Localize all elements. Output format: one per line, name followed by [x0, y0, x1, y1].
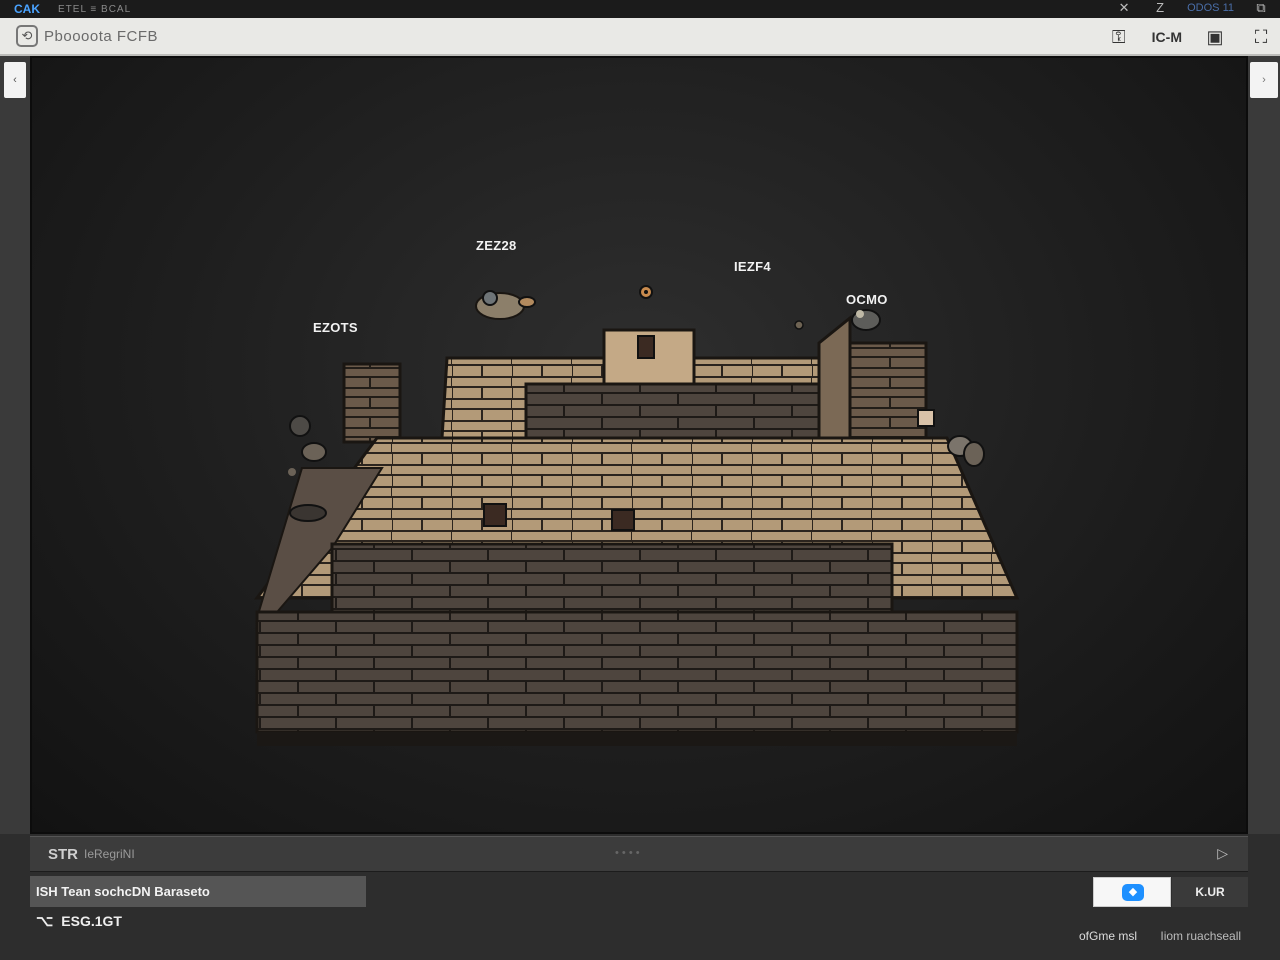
zoom-icon[interactable]: Z — [1151, 1, 1169, 15]
save-icon[interactable]: ▣ — [1202, 24, 1228, 50]
tools-label[interactable]: IC-M — [1152, 29, 1182, 45]
status-bar: STR IeRegriNI • • • • ▷ — [30, 836, 1248, 872]
lock-icon[interactable]: ⚿ — [1106, 24, 1132, 50]
selected-list-item[interactable]: ISH Tean sochcDN Baraseto — [30, 876, 366, 907]
enemy-creature — [475, 290, 536, 320]
window-icon[interactable]: ⧉ — [1252, 1, 1270, 15]
footer-right: Iiom ruachseall — [1160, 929, 1242, 943]
collapse-left-icon[interactable]: ‹ — [4, 62, 26, 98]
screenshot-icon[interactable]: ⛶ — [1248, 24, 1274, 50]
scene-title: Pboooota FCFB — [44, 27, 159, 45]
unit-label: OCMO — [846, 292, 888, 307]
bottom-panel: STR IeRegriNI • • • • ▷ ISH Tean sochcDN… — [0, 834, 1280, 960]
list-item-label: ESG.1GT — [61, 913, 122, 929]
footer: ofGme msl Iiom ruachseall — [1079, 929, 1241, 943]
item-icon: ⌥ — [36, 913, 54, 930]
toggle-icon: ◆ — [1122, 884, 1144, 901]
unit-label: IEZF4 — [734, 259, 771, 274]
left-panel: ‹ — [0, 56, 30, 836]
play-icon[interactable]: ▷ — [1217, 845, 1228, 862]
footer-left: ofGme msl — [1079, 929, 1138, 943]
status-counter: ODOS 11 — [1187, 2, 1234, 14]
list-item[interactable]: ⌥ ESG.1GT — [36, 912, 122, 930]
top-menu-bar: CAK ETEL ≡ BCAL ✕ Z ODOS 11 ⧉ — [0, 0, 1280, 18]
collapse-right-icon[interactable]: › — [1250, 62, 1278, 98]
game-viewport[interactable]: ZEZ28 IEZF4 EZOTS OCMO — [30, 56, 1248, 834]
status-subtitle: IeRegriNI — [84, 847, 135, 861]
tools-icon[interactable]: ✕ — [1115, 1, 1133, 15]
unit-label: EZOTS — [313, 320, 358, 335]
top-menu[interactable]: ETEL ≡ BCAL — [58, 4, 131, 15]
unit-label: ZEZ28 — [476, 238, 517, 253]
back-icon[interactable]: ⟲ — [16, 25, 38, 47]
brick-level-scene — [254, 285, 1020, 746]
status-title: STR — [48, 845, 78, 863]
action-button[interactable]: K.UR — [1172, 877, 1248, 907]
toggle-button[interactable]: ◆ — [1093, 877, 1171, 907]
app-brand[interactable]: CAK — [14, 2, 40, 16]
toolbar: ⟲ Pboooota FCFB ⚿ IC-M ▣ ⛶ — [0, 18, 1280, 56]
right-panel: › — [1248, 56, 1280, 836]
status-dots: • • • • — [615, 847, 640, 859]
